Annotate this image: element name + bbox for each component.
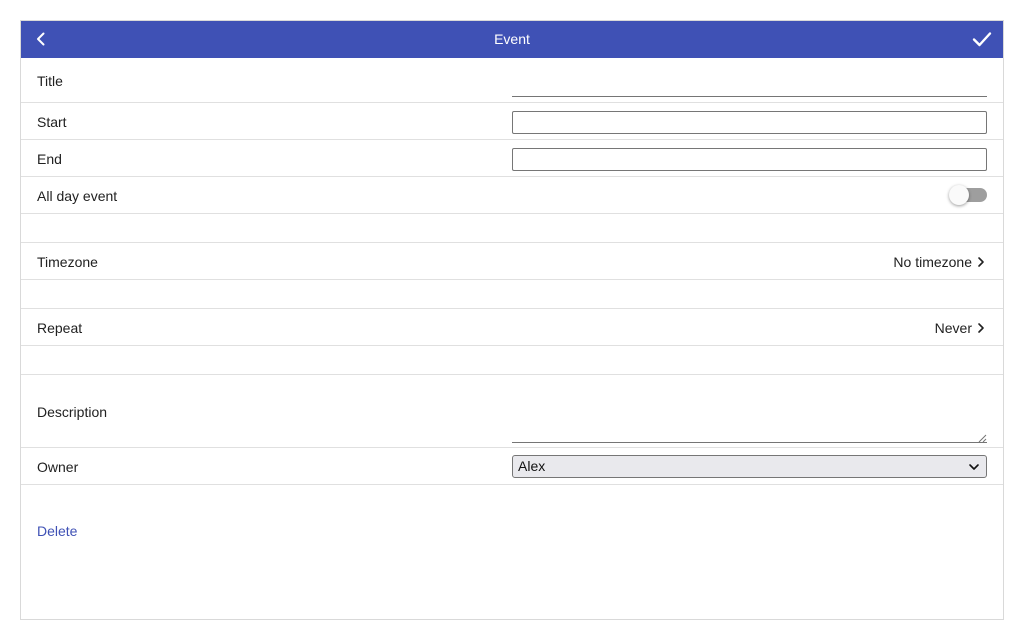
title-label: Title (37, 73, 63, 89)
save-button[interactable] (971, 28, 993, 50)
end-label: End (37, 151, 62, 167)
toggle-knob (949, 185, 969, 205)
description-label: Description (37, 404, 108, 420)
repeat-label: Repeat (37, 320, 83, 336)
chevron-right-icon (978, 257, 984, 267)
check-icon (972, 32, 992, 47)
end-input[interactable] (512, 148, 987, 171)
title-input[interactable] (512, 75, 987, 97)
start-row: Start (21, 103, 1003, 140)
all-day-label: All day event (37, 188, 118, 204)
repeat-value: Never (934, 320, 972, 336)
section-spacer (21, 214, 1003, 243)
title-row: Title (21, 58, 1003, 103)
chevron-down-icon (969, 464, 979, 470)
section-spacer (21, 280, 1003, 309)
description-textarea[interactable] (512, 385, 987, 443)
section-spacer (21, 346, 1003, 375)
all-day-toggle[interactable] (949, 185, 987, 205)
app-bar: Event (21, 21, 1003, 58)
all-day-row: All day event (21, 177, 1003, 214)
owner-row: Owner Alex (21, 448, 1003, 485)
delete-button[interactable]: Delete (37, 523, 77, 539)
repeat-value-link[interactable]: Never (935, 320, 987, 336)
end-row: End (21, 140, 1003, 177)
timezone-label: Timezone (37, 254, 98, 270)
timezone-value-link[interactable]: No timezone (893, 254, 987, 270)
page-title: Event (494, 31, 530, 47)
start-label: Start (37, 114, 67, 130)
event-form-frame: Event Title Start End All day event Time… (20, 20, 1004, 620)
owner-label: Owner (37, 459, 79, 475)
chevron-right-icon (978, 323, 984, 333)
repeat-row[interactable]: Repeat Never (21, 309, 1003, 346)
timezone-row[interactable]: Timezone No timezone (21, 243, 1003, 280)
owner-select[interactable]: Alex (512, 455, 987, 478)
owner-selected-value: Alex (518, 458, 546, 474)
timezone-value: No timezone (893, 254, 972, 270)
description-row: Description (21, 375, 1003, 448)
start-input[interactable] (512, 111, 987, 134)
resize-grip-icon[interactable] (977, 433, 987, 443)
